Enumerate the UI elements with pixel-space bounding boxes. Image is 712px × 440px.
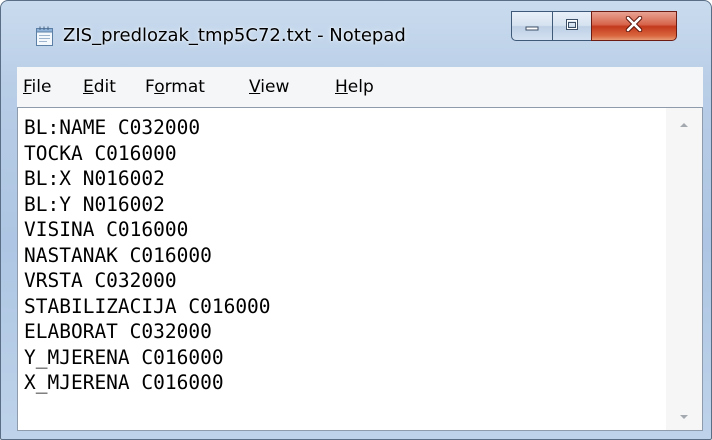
menu-format-mnemonic: o: [154, 77, 165, 97]
menu-edit-mnemonic: E: [83, 77, 94, 97]
notepad-icon[interactable]: [35, 25, 55, 47]
menu-bar: File Edit Format View Help: [17, 67, 703, 108]
close-button[interactable]: [591, 11, 677, 41]
menu-view-rest: iew: [260, 77, 290, 97]
editor-pane[interactable]: BL:NAME C032000 TOCKA C016000 BL:X N0160…: [17, 107, 703, 431]
scroll-down-arrow-icon: [678, 406, 690, 425]
vertical-scrollbar[interactable]: [666, 108, 702, 430]
text-line[interactable]: BL:X N016002: [24, 166, 666, 192]
menu-edit[interactable]: Edit: [83, 77, 116, 97]
text-line[interactable]: X_MJERENA C016000: [24, 370, 666, 396]
text-line[interactable]: BL:Y N016002: [24, 192, 666, 218]
text-line[interactable]: BL:NAME C032000: [24, 115, 666, 141]
menu-file[interactable]: File: [23, 77, 51, 97]
maximize-button[interactable]: [552, 11, 592, 41]
text-line[interactable]: ELABORAT C032000: [24, 319, 666, 345]
menu-format-rest: rmat: [164, 77, 205, 97]
title-bar[interactable]: ZIS_predlozak_tmp5C72.txt - Notepad: [1, 1, 711, 65]
text-area[interactable]: BL:NAME C032000 TOCKA C016000 BL:X N0160…: [18, 108, 666, 430]
notepad-window: ZIS_predlozak_tmp5C72.txt - Notepad File…: [0, 0, 712, 440]
text-line[interactable]: STABILIZACIJA C016000: [24, 294, 666, 320]
menu-file-mnemonic: F: [23, 77, 32, 97]
scroll-up-arrow-icon: [678, 114, 690, 133]
scroll-up-button[interactable]: [666, 108, 702, 138]
scroll-down-button[interactable]: [666, 400, 702, 430]
menu-format-prefix: F: [145, 77, 155, 97]
text-line[interactable]: NASTANAK C016000: [24, 243, 666, 269]
text-line[interactable]: VRSTA C032000: [24, 268, 666, 294]
menu-view-mnemonic: V: [249, 77, 261, 97]
text-line[interactable]: Y_MJERENA C016000: [24, 345, 666, 371]
menu-edit-rest: dit: [93, 77, 116, 97]
menu-file-rest: ile: [31, 77, 52, 97]
minimize-button[interactable]: [511, 11, 553, 41]
text-line[interactable]: VISINA C016000: [24, 217, 666, 243]
close-icon: [624, 15, 644, 36]
menu-help[interactable]: Help: [335, 77, 374, 97]
menu-help-rest: elp: [347, 77, 374, 97]
menu-help-mnemonic: H: [335, 77, 348, 97]
window-title: ZIS_predlozak_tmp5C72.txt - Notepad: [63, 25, 406, 46]
menu-format[interactable]: Format: [145, 77, 205, 97]
maximize-icon: [564, 17, 580, 36]
menu-view[interactable]: View: [249, 77, 289, 97]
text-line[interactable]: TOCKA C016000: [24, 141, 666, 167]
minimize-icon: [524, 17, 540, 36]
